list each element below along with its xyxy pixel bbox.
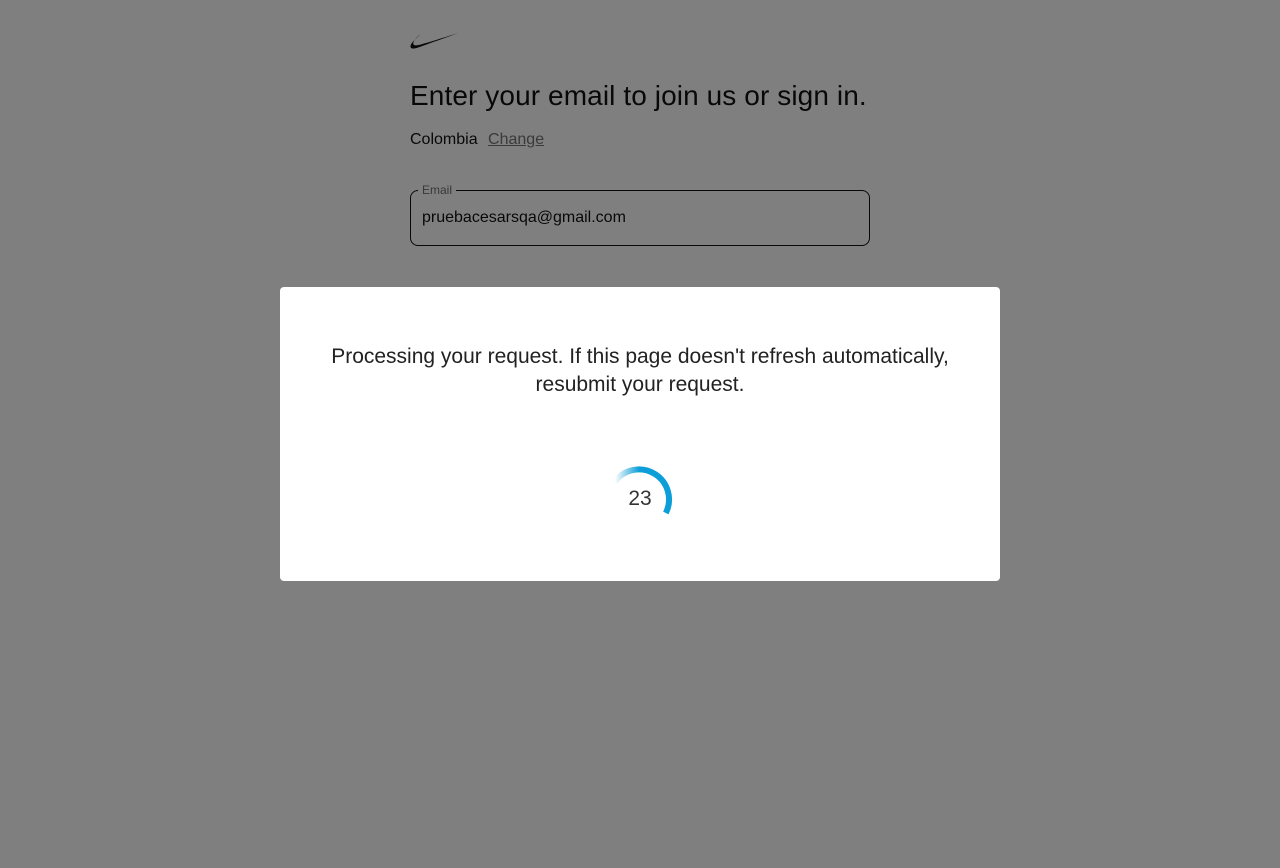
- processing-dialog: Processing your request. If this page do…: [280, 287, 1000, 581]
- countdown-number: 23: [628, 487, 652, 510]
- loading-spinner: 23: [605, 461, 675, 531]
- processing-message: Processing your request. If this page do…: [331, 345, 949, 396]
- modal-backdrop: Processing your request. If this page do…: [0, 0, 1280, 868]
